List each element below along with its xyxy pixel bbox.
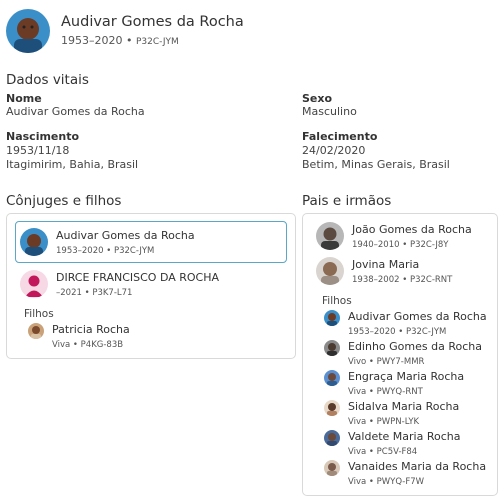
birth-label: Nascimento <box>6 130 80 143</box>
lifespan: 1938–2002 <box>352 275 400 285</box>
death-date: 24/02/2020 <box>302 144 366 157</box>
person-meta: 1953–2020 • P32C-JYM <box>61 34 179 47</box>
death-place: Betim, Minas Gerais, Brasil <box>302 158 450 171</box>
person-name: Sidalva Maria Rocha <box>348 400 460 413</box>
person-photo-icon <box>324 370 340 386</box>
child-item[interactable]: Patricia Rocha Viva • P4KG-83B <box>28 322 130 352</box>
status: Viva <box>348 477 367 487</box>
person-photo-icon <box>324 310 340 326</box>
person-id: P32C-RNT <box>409 275 453 285</box>
status: Vivo <box>348 357 367 367</box>
person-id: P32C-JYM <box>405 327 447 337</box>
person-id: P4KG-83B <box>80 340 124 350</box>
person-id: PC5V-F84 <box>376 447 418 457</box>
siblings-label: Filhos <box>322 295 352 307</box>
person-name: Jovina Maria <box>352 258 420 271</box>
person-id: PWPN-LYK <box>376 417 420 427</box>
death-label: Falecimento <box>302 130 378 143</box>
person-photo-icon <box>324 400 340 416</box>
person-name: Valdete Maria Rocha <box>348 430 461 443</box>
lifespan: 1953–2020 <box>61 34 123 47</box>
name-label: Nome <box>6 92 42 105</box>
person-name: Audivar Gomes da Rocha <box>56 229 195 242</box>
person-photo-icon <box>316 222 344 250</box>
person-name: DIRCE FRANCISCO DA ROCHA <box>56 271 220 284</box>
spouse-self[interactable]: Audivar Gomes da Rocha 1953–2020 • P32C-… <box>20 228 195 258</box>
person-photo-icon <box>324 340 340 356</box>
status: Viva <box>52 340 71 350</box>
person-name: Audivar Gomes da Rocha <box>348 310 487 323</box>
person-id: PWY7-MMR <box>376 357 425 367</box>
person-id: PWYQ-F7W <box>376 477 425 487</box>
vitals-heading: Dados vitais <box>6 72 89 88</box>
person-name: Engraça Maria Rocha <box>348 370 465 383</box>
person-header: Audivar Gomes da Rocha 1953–2020 • P32C-… <box>6 9 244 53</box>
sibling-item[interactable]: Edinho Gomes da Rocha Vivo • PWY7-MMR <box>324 339 482 369</box>
person-id: P3K7-L71 <box>92 288 133 298</box>
sex-label: Sexo <box>302 92 333 105</box>
spouse-partner[interactable]: DIRCE FRANCISCO DA ROCHA –2021 • P3K7-L7… <box>20 270 219 300</box>
person-photo-icon <box>20 228 48 256</box>
person-name: Patricia Rocha <box>52 323 130 336</box>
person-photo-icon <box>28 323 44 339</box>
person-name: Edinho Gomes da Rocha <box>348 340 482 353</box>
person-photo-icon <box>324 430 340 446</box>
status: Viva <box>348 387 367 397</box>
person-name: Vanaides Maria da Rocha <box>348 460 487 473</box>
lifespan: 1953–2020 <box>348 327 396 337</box>
sibling-item[interactable]: Engraça Maria Rocha Viva • PWYQ-RNT <box>324 369 464 399</box>
status: Viva <box>348 417 367 427</box>
birth-date: 1953/11/18 <box>6 144 70 157</box>
female-silhouette-icon <box>20 270 48 298</box>
lifespan: –2021 <box>56 288 82 298</box>
sibling-item[interactable]: Sidalva Maria Rocha Viva • PWPN-LYK <box>324 399 459 429</box>
person-id: P32C-J8Y <box>409 240 449 250</box>
person-id: PWYQ-RNT <box>376 387 423 397</box>
person-id: P32C-JYM <box>113 246 155 256</box>
sibling-item[interactable]: Audivar Gomes da Rocha 1953–2020 • P32C-… <box>324 309 487 339</box>
children-label: Filhos <box>24 308 54 320</box>
name-value: Audivar Gomes da Rocha <box>6 105 145 118</box>
sibling-item[interactable]: Valdete Maria Rocha Viva • PC5V-F84 <box>324 429 460 459</box>
parent-father[interactable]: João Gomes da Rocha 1940–2010 • P32C-J8Y <box>316 222 472 252</box>
status: Viva <box>348 447 367 457</box>
sibling-item[interactable]: Vanaides Maria da Rocha Viva • PWYQ-F7W <box>324 459 486 489</box>
sex-value: Masculino <box>302 105 357 118</box>
lifespan: 1940–2010 <box>352 240 400 250</box>
page-title: Audivar Gomes da Rocha <box>61 14 244 30</box>
person-photo-icon <box>316 257 344 285</box>
person-name: João Gomes da Rocha <box>352 223 472 236</box>
person-photo-icon <box>6 9 50 53</box>
birth-place: Itagimirim, Bahia, Brasil <box>6 158 139 171</box>
parents-heading: Pais e irmãos <box>302 193 392 209</box>
person-photo-icon <box>324 460 340 476</box>
lifespan: 1953–2020 <box>56 246 104 256</box>
spouses-heading: Cônjuges e filhos <box>6 193 122 209</box>
person-id: P32C-JYM <box>135 37 179 47</box>
parent-mother[interactable]: Jovina Maria 1938–2002 • P32C-RNT <box>316 257 452 287</box>
